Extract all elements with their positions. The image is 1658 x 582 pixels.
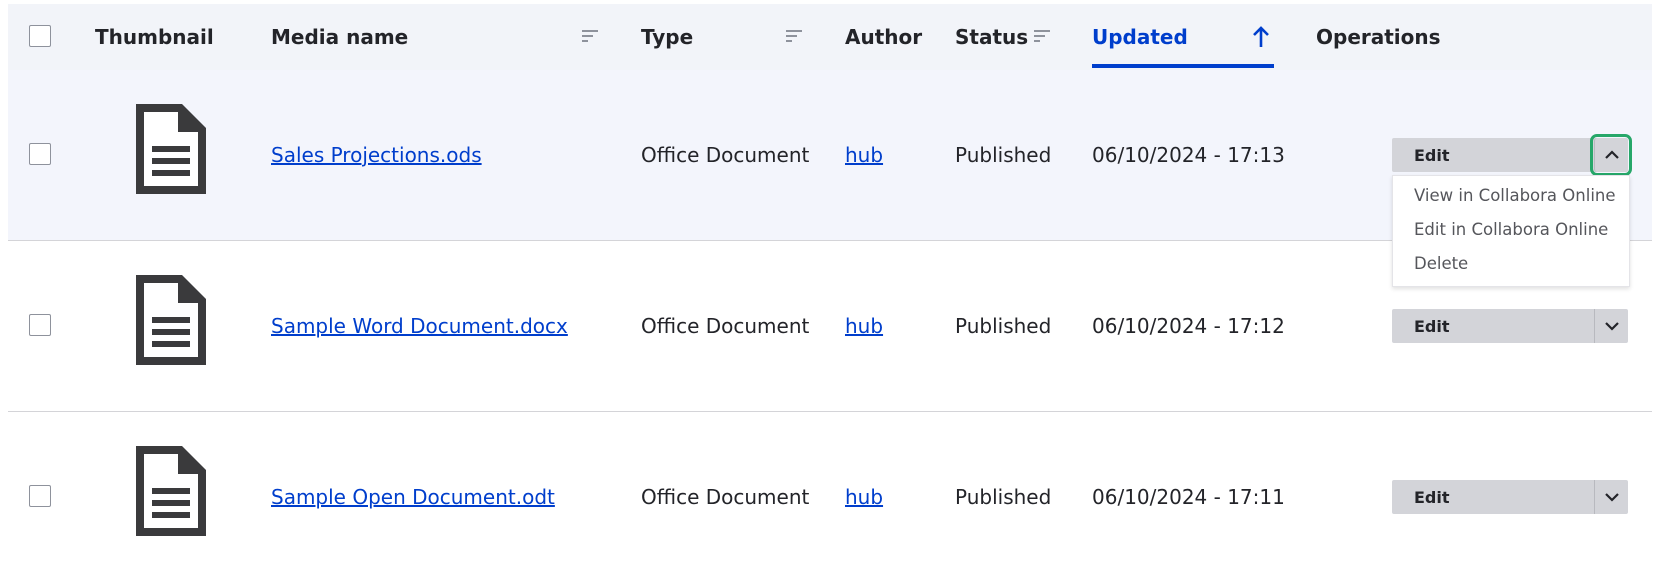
header-status[interactable]: Status bbox=[955, 4, 1028, 70]
document-icon bbox=[136, 446, 206, 536]
media-table: Thumbnail Media name Type Author Status … bbox=[8, 4, 1652, 536]
header-updated[interactable]: Updated bbox=[1092, 4, 1274, 70]
sort-icon[interactable] bbox=[1034, 30, 1050, 44]
updated-cell: 06/10/2024 - 17:13 bbox=[1092, 143, 1285, 167]
edit-button[interactable]: Edit bbox=[1392, 480, 1592, 514]
author-cell: hub bbox=[845, 70, 883, 240]
author-link[interactable]: hub bbox=[845, 143, 883, 167]
media-name-link[interactable]: Sales Projections.ods bbox=[271, 143, 482, 167]
row-checkbox[interactable] bbox=[29, 485, 51, 507]
sort-icon[interactable] bbox=[582, 30, 598, 44]
row-checkbox[interactable] bbox=[29, 314, 51, 336]
media-name-cell: Sales Projections.ods bbox=[271, 70, 482, 240]
status-cell: Published bbox=[955, 314, 1052, 338]
arrow-up-icon bbox=[1253, 26, 1269, 47]
author-cell: hub bbox=[845, 412, 883, 582]
updated-cell: 06/10/2024 - 17:11 bbox=[1092, 485, 1285, 509]
header-media-name[interactable]: Media name bbox=[271, 4, 408, 70]
status-cell: Published bbox=[955, 143, 1052, 167]
author-link[interactable]: hub bbox=[845, 485, 883, 509]
select-all-checkbox[interactable] bbox=[29, 25, 51, 47]
header-author: Author bbox=[845, 25, 923, 49]
menu-item-view-collabora[interactable]: View in Collabora Online bbox=[1393, 178, 1629, 212]
row-checkbox[interactable] bbox=[29, 143, 51, 165]
media-name-link[interactable]: Sample Open Document.odt bbox=[271, 485, 555, 509]
operations-dropbutton: Edit bbox=[1392, 134, 1632, 176]
header-thumbnail: Thumbnail bbox=[95, 25, 214, 49]
chevron-up-icon bbox=[1604, 150, 1619, 159]
document-icon bbox=[136, 275, 206, 365]
document-icon bbox=[136, 104, 206, 194]
menu-item-delete[interactable]: Delete bbox=[1393, 246, 1629, 280]
media-name-cell: Sample Word Document.docx bbox=[271, 241, 568, 411]
chevron-down-icon bbox=[1604, 322, 1619, 331]
menu-item-edit-collabora[interactable]: Edit in Collabora Online bbox=[1393, 212, 1629, 246]
table-row: Sample Open Document.odt Office Document… bbox=[8, 412, 1652, 582]
edit-button[interactable]: Edit bbox=[1392, 138, 1592, 172]
header-updated-label: Updated bbox=[1092, 25, 1188, 49]
operations-dropdown-menu: View in Collabora Online Edit in Collabo… bbox=[1392, 175, 1630, 287]
media-name-cell: Sample Open Document.odt bbox=[271, 412, 555, 582]
operations-dropbutton: Edit bbox=[1392, 309, 1628, 343]
media-name-link[interactable]: Sample Word Document.docx bbox=[271, 314, 568, 338]
type-cell: Office Document bbox=[641, 314, 810, 338]
author-cell: hub bbox=[845, 241, 883, 411]
type-cell: Office Document bbox=[641, 485, 810, 509]
dropbutton-toggle[interactable] bbox=[1594, 480, 1628, 514]
updated-cell: 06/10/2024 - 17:12 bbox=[1092, 314, 1285, 338]
table-header: Thumbnail Media name Type Author Status … bbox=[8, 4, 1652, 70]
dropbutton-toggle[interactable] bbox=[1590, 134, 1632, 176]
author-link[interactable]: hub bbox=[845, 314, 883, 338]
edit-button[interactable]: Edit bbox=[1392, 309, 1592, 343]
header-operations: Operations bbox=[1316, 25, 1441, 49]
chevron-down-icon bbox=[1604, 493, 1619, 502]
header-type[interactable]: Type bbox=[641, 4, 693, 70]
type-cell: Office Document bbox=[641, 143, 810, 167]
status-cell: Published bbox=[955, 485, 1052, 509]
dropbutton-toggle[interactable] bbox=[1594, 309, 1628, 343]
operations-dropbutton: Edit bbox=[1392, 480, 1628, 514]
sort-icon[interactable] bbox=[786, 30, 802, 44]
